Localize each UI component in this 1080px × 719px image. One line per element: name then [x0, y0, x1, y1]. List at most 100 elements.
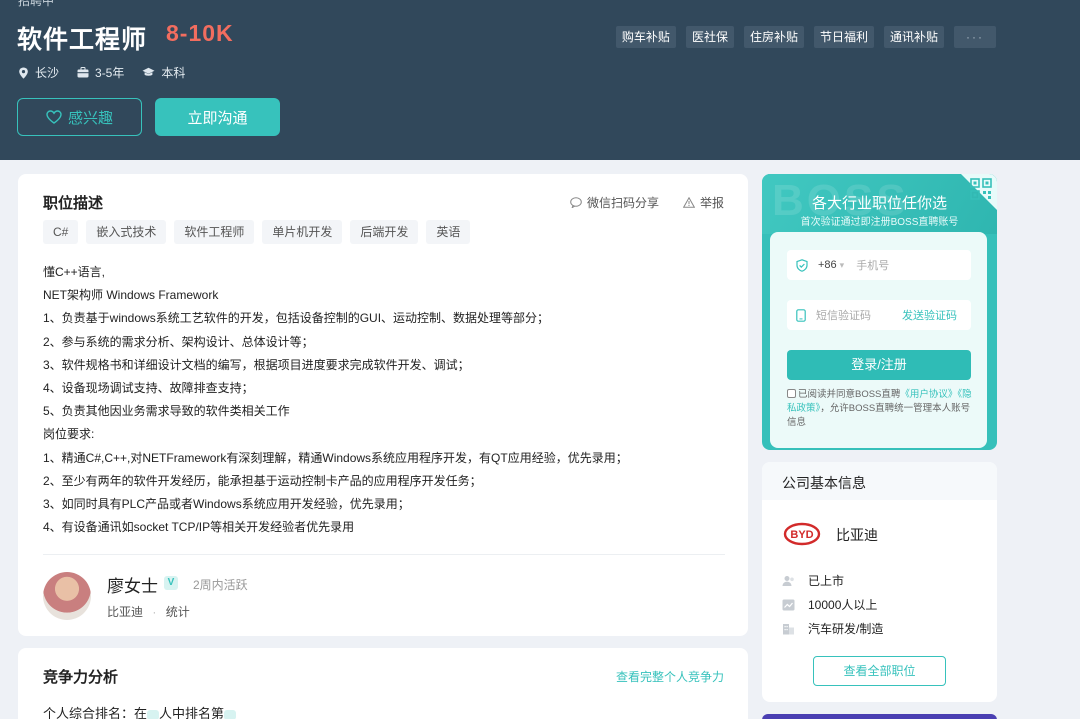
description-line: 4、设备现场调试支持、故障排查支持； [43, 381, 254, 396]
skill-tag: 后端开发 [350, 220, 419, 244]
meta-experience: 3-5年 [77, 64, 124, 81]
benefit-tag: 住房补贴 [743, 26, 804, 48]
job-meta: 长沙 3-5年 本科 [18, 64, 203, 81]
login-register-button[interactable]: 登录/注册 [787, 350, 971, 380]
company-size: 10000人以上 [782, 596, 877, 613]
rank-middle: 人中排名第 [159, 706, 225, 719]
description-line: 4、有设备通讯如socket TCP/IP等相关开发经验者优先录用 [43, 520, 355, 535]
promo-banner-edge[interactable] [762, 714, 997, 719]
skill-tags: C# 嵌入式技术 软件工程师 单片机开发 后端开发 英语 [43, 220, 478, 244]
blurred-value [147, 709, 160, 719]
company-industry-text: 汽车研发/制造 [808, 622, 884, 636]
blurred-value [224, 709, 237, 719]
meta-degree-text: 本科 [161, 66, 186, 80]
section-title: 职位描述 [43, 195, 104, 212]
login-subtitle: 首次验证通过即注册BOSS直聘账号 [800, 217, 959, 228]
benefit-tag: 通讯补贴 [883, 26, 944, 48]
interest-label: 感兴趣 [67, 109, 113, 127]
description-line: 2、至少有两年的软件开发经历，能承担基于运动控制卡产品的应用程序开发任务； [43, 473, 482, 488]
description-line: 懂C++语言, [43, 265, 106, 279]
job-description-text: 懂C++语言, NET架构师 Windows Framework 1、负责基于w… [43, 261, 733, 539]
agree-prefix: 已阅读并同意BOSS直聘 [798, 389, 901, 400]
benefit-tags: 购车补贴 医社保 住房补贴 节日福利 通讯补贴 ··· [606, 26, 996, 48]
report-label: 举报 [699, 196, 724, 210]
location-icon [19, 67, 28, 79]
shield-icon [796, 258, 808, 272]
sms-code-placeholder: 短信验证码 [816, 310, 871, 322]
more-benefits-button[interactable]: ··· [954, 26, 996, 48]
recruiter-name: 廖女士 [107, 577, 158, 596]
company-name[interactable]: 比亚迪 [836, 525, 878, 545]
company-info-card: 公司基本信息 BYD 比亚迪 已上市 10000人以上 汽车研发/制造 查看全部… [762, 462, 997, 702]
recruiter-company-name: 比亚迪 [107, 605, 144, 619]
section-title: 竞争力分析 [43, 669, 119, 686]
report-link[interactable]: 举报 [682, 194, 724, 211]
phone-input-placeholder: 手机号 [856, 260, 890, 272]
separator: · [152, 605, 157, 619]
meta-location: 长沙 [18, 64, 59, 81]
recruiter-avatar[interactable] [43, 572, 91, 620]
chat-now-button[interactable]: 立即沟通 [155, 98, 280, 136]
heart-icon [46, 110, 62, 124]
job-description-card: 职位描述 微信扫码分享 举报 C# 嵌入式技术 软件工程师 单片机开发 后端开发… [18, 174, 748, 636]
verified-badge-icon: V [164, 576, 178, 590]
meta-location-text: 长沙 [35, 66, 60, 80]
login-form: +86 ▾ 手机号 短信验证码 发送验证码 登录/注册 已阅读并同意BOSS直聘… [770, 232, 987, 448]
skill-tag: 软件工程师 [174, 220, 255, 244]
warning-icon [682, 197, 695, 208]
sms-code-field[interactable]: 短信验证码 发送验证码 [787, 300, 971, 330]
chevron-down-icon: ▾ [839, 259, 845, 270]
login-card: BOSS 各大行业职位任你选 首次验证通过即注册BOSS直聘账号 +86 ▾ 手… [762, 174, 997, 450]
description-line: 1、精通C#,C++,对NETFramework有深刻理解，精通Windows系… [43, 450, 628, 465]
recruiter-active-status: 2周内活跃 [193, 578, 248, 592]
chart-icon [782, 599, 795, 610]
company-size-text: 10000人以上 [808, 598, 878, 612]
section-title: 公司基本信息 [782, 475, 866, 491]
phone-icon [796, 308, 806, 322]
salary: 8-10K [166, 20, 234, 46]
meta-degree: 本科 [142, 64, 185, 81]
description-line: 岗位要求: [43, 427, 95, 442]
job-title: 软件工程师 [17, 26, 148, 54]
agreement-text: 已阅读并同意BOSS直聘《用户协议》《隐私政策》，允许BOSS直聘统一管理本人账… [787, 388, 977, 430]
job-header: 招聘中 软件工程师 8-10K 长沙 3-5年 本科 购车补贴 医社保 住房补贴… [0, 0, 1080, 160]
benefit-tag: 节日福利 [813, 26, 874, 48]
rank-text: 个人综合排名：在 人中排名第 [43, 703, 237, 719]
rank-prefix: 个人综合排名：在 [43, 706, 148, 719]
meta-experience-text: 3-5年 [95, 66, 125, 80]
benefit-tag: 购车补贴 [615, 26, 676, 48]
view-competitiveness-link[interactable]: 查看完整个人竞争力 [616, 668, 724, 685]
interest-button[interactable]: 感兴趣 [17, 98, 142, 136]
wechat-share-link[interactable]: 微信扫码分享 [570, 194, 659, 211]
company-stage: 已上市 [782, 572, 844, 589]
wechat-share-label: 微信扫码分享 [586, 196, 659, 210]
user-group-icon [782, 575, 794, 586]
chat-bubble-icon [570, 197, 582, 208]
building-icon [783, 623, 794, 634]
skill-tag: 英语 [426, 220, 471, 244]
login-title: 各大行业职位任你选 [811, 195, 947, 212]
phone-field[interactable]: +86 ▾ 手机号 [787, 250, 971, 280]
recruiter-role: 统计 [165, 605, 190, 619]
skill-tag: 嵌入式技术 [86, 220, 167, 244]
benefit-tag: 医社保 [685, 26, 734, 48]
view-all-jobs-button[interactable]: 查看全部职位 [813, 656, 946, 686]
company-stage-text: 已上市 [808, 574, 845, 588]
description-line: 1、负责基于windows系统工艺软件的开发，包括设备控制的GUI、运动控制、数… [43, 311, 550, 326]
description-line: 3、软件规格书和详细设计文档的编写，根据项目进度要求完成软件开发、调试； [43, 357, 470, 372]
description-line: 3、如同时具有PLC产品或者Windows系统应用开发经验，优先录用； [43, 497, 410, 512]
skill-tag: 单片机开发 [262, 220, 343, 244]
country-code-select[interactable]: +86 [818, 259, 837, 271]
briefcase-icon [77, 67, 89, 78]
competition-card: 竞争力分析 查看完整个人竞争力 个人综合排名：在 人中排名第 [18, 648, 748, 719]
agreement-checkbox[interactable] [787, 389, 796, 398]
user-agreement-link[interactable]: 《用户协议》 [900, 389, 957, 400]
description-line: NET架构师 Windows Framework [43, 288, 219, 303]
company-logo[interactable]: BYD [782, 514, 822, 554]
send-code-button[interactable]: 发送验证码 [902, 307, 957, 323]
company-industry: 汽车研发/制造 [782, 620, 883, 637]
graduation-cap-icon [142, 67, 155, 76]
description-line: 5、负责其他因业务需求导致的软件类相关工作 [43, 404, 290, 419]
divider [43, 554, 725, 555]
skill-tag: C# [43, 220, 79, 244]
